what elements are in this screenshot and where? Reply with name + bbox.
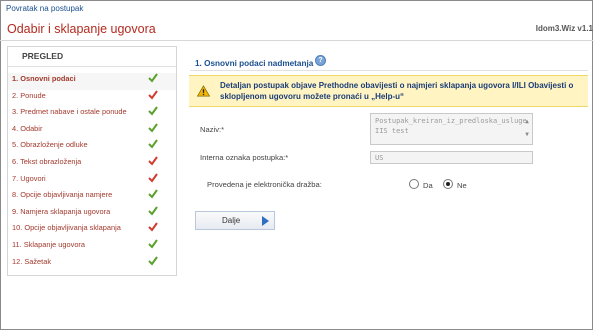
interna-oznaka-field[interactable]: US [370, 151, 533, 164]
drazba-da-radio[interactable] [409, 179, 419, 189]
next-button-label: Dalje [222, 216, 241, 225]
textarea-scrollbar[interactable]: ▲ ▼ [523, 115, 531, 143]
sidebar-item-opcije-objavljivanja-sklapanja[interactable]: 10. Opcije objavljivanja sklapanja [8, 222, 176, 239]
check-green-icon [148, 206, 158, 216]
sidebar-item-label: 8. Opcije objavljivanja namjere [12, 190, 113, 200]
drazba-da-label: Da [423, 181, 433, 190]
sidebar-item-label: 5. Obrazloženje odluke [12, 140, 88, 150]
section-divider [190, 70, 588, 71]
check-red-icon [148, 156, 158, 166]
warning-icon [197, 85, 210, 97]
check-green-icon [148, 239, 158, 249]
sidebar-item-label: 3. Predmet nabave i ostale ponude [12, 107, 127, 117]
check-green-icon [148, 255, 158, 266]
wizard-version: Idom3.Wiz v1.1 [535, 24, 593, 33]
check-red-icon [148, 172, 158, 183]
arrow-right-icon [262, 216, 269, 226]
sidebar-item-osnovni-podaci[interactable]: 1. Osnovni podaci [8, 73, 176, 90]
sidebar-item-label: 6. Tekst obrazloženja [12, 156, 82, 166]
check-green-icon [148, 73, 158, 83]
sidebar-item-odabir[interactable]: 4. Odabir [8, 123, 176, 140]
naziv-value: Postupak_kreiran_iz_predloska_usluge IIS… [375, 117, 527, 135]
sidebar-item-obrazlozenje-odluke[interactable]: 5. Obrazloženje odluke [8, 139, 176, 156]
sidebar-divider [8, 66, 176, 67]
interna-oznaka-label: Interna oznaka postupka:* [200, 153, 289, 162]
sidebar-item-label: 7. Ugovori [12, 173, 46, 183]
sidebar-item-label: 10. Opcije objavljivanja sklapanja [12, 223, 121, 233]
sidebar-item-label: 4. Odabir [12, 123, 43, 133]
page-title: Odabir i sklapanje ugovora [7, 22, 156, 36]
check-green-icon [148, 123, 158, 133]
sidebar-item-opcije-objavljivanja-namjere[interactable]: 8. Opcije objavljivanja namjere [8, 189, 176, 206]
sidebar-steps: 1. Osnovni podaci 2. Ponude 3. Predmet n… [8, 73, 176, 272]
check-green-icon [148, 189, 158, 199]
info-notice: Detaljan postupak objave Prethodne obavi… [189, 75, 588, 107]
next-button[interactable]: Dalje [195, 211, 275, 230]
sidebar-item-namjera-sklapanja[interactable]: 9. Namjera sklapanja ugovora [8, 206, 176, 223]
sidebar-item-label: 1. Osnovni podaci [12, 74, 76, 83]
notice-text: Detaljan postupak objave Prethodne obavi… [220, 81, 574, 101]
check-red-icon [148, 222, 158, 232]
sidebar-item-tekst-obrazlozenja[interactable]: 6. Tekst obrazloženja [8, 156, 176, 173]
section-title: 1. Osnovni podaci nadmetanja [195, 59, 314, 68]
sidebar-item-label: 9. Namjera sklapanja ugovora [12, 206, 111, 216]
check-red-icon [148, 90, 158, 100]
sidebar-item-sazetak[interactable]: 12. Sažetak [8, 255, 176, 273]
drazba-ne-radio[interactable] [443, 179, 453, 189]
naziv-field[interactable]: Postupak_kreiran_iz_predloska_usluge IIS… [370, 113, 533, 145]
naziv-label: Naziv:* [200, 125, 225, 134]
help-icon[interactable]: ? [315, 55, 326, 66]
sidebar-item-label: 11. Sklapanje ugovora [12, 239, 85, 249]
sidebar-title: PREGLED [22, 51, 64, 61]
elektronicka-drazba-label: Provedena je elektronička dražba: [207, 180, 322, 189]
check-green-icon [148, 139, 158, 149]
drazba-ne-label: Ne [457, 181, 467, 190]
sidebar-item-sklapanje-ugovora[interactable]: 11. Sklapanje ugovora [8, 239, 176, 256]
sidebar-item-label: 2. Ponude [12, 90, 46, 100]
sidebar-item-label: 12. Sažetak [12, 256, 52, 266]
sidebar-item-ugovori[interactable]: 7. Ugovori [8, 172, 176, 190]
sidebar-item-predmet-nabave[interactable]: 3. Predmet nabave i ostale ponude [8, 106, 176, 123]
sidebar-item-ponude[interactable]: 2. Ponude [8, 90, 176, 107]
sidebar: PREGLED 1. Osnovni podaci 2. Ponude 3. P… [7, 46, 177, 276]
header: Odabir i sklapanje ugovora Idom3.Wiz v1.… [0, 17, 593, 41]
check-green-icon [148, 106, 158, 116]
back-to-procedure-link[interactable]: Povratak na postupak [6, 4, 83, 13]
